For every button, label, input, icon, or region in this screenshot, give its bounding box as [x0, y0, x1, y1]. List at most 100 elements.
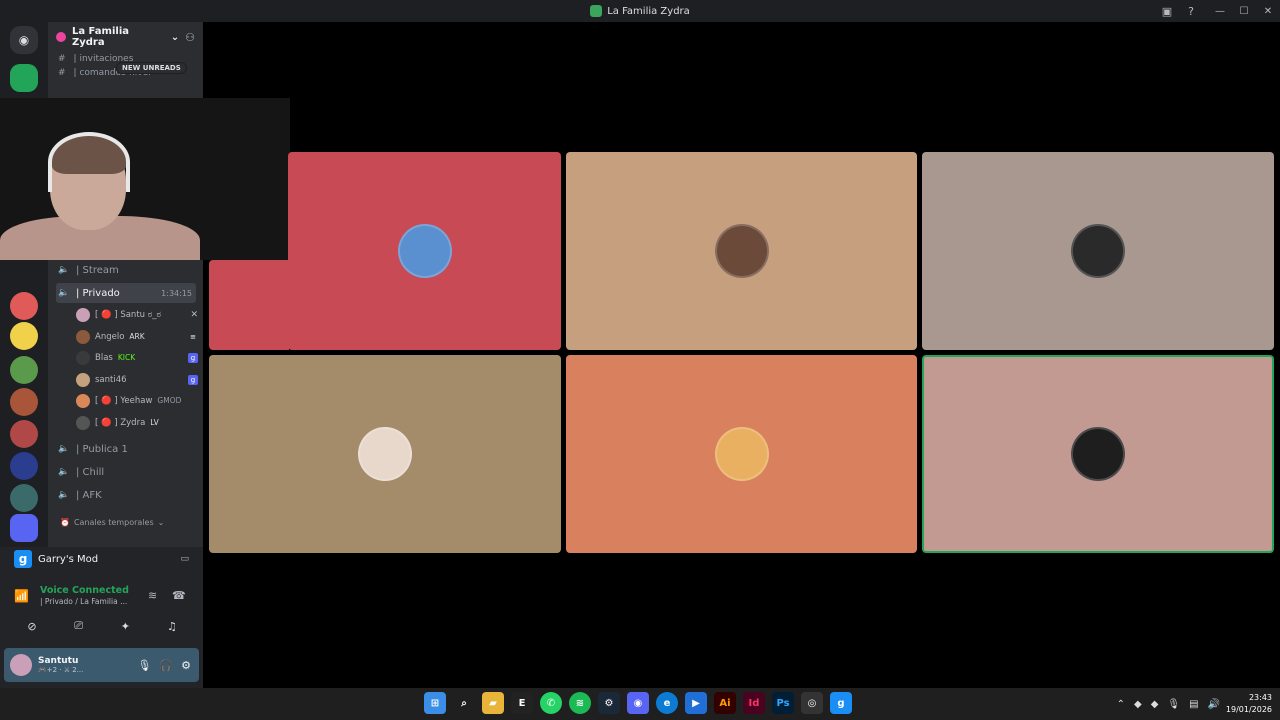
voice-user[interactable]: [ 🔴 ] Santu ಠ_ಠ ✕: [76, 305, 198, 324]
participant-avatar: [714, 224, 769, 278]
screen-share-icon[interactable]: ▭: [180, 554, 189, 564]
voice-channel-label: | AFK: [76, 489, 102, 501]
participant-tile[interactable]: [566, 355, 917, 553]
server-badge-icon: [56, 32, 66, 42]
server-icon[interactable]: [10, 452, 38, 480]
search-icon[interactable]: ⌕: [453, 692, 475, 714]
invite-people-icon[interactable]: ⚇: [185, 31, 195, 44]
camera-off-icon[interactable]: ⊘: [12, 616, 52, 636]
tray-app-icon[interactable]: ◆: [1134, 699, 1142, 710]
avatar: [76, 415, 90, 430]
photoshop-icon[interactable]: Ps: [772, 692, 794, 714]
participant-tile[interactable]: [566, 152, 917, 350]
maximize-button[interactable]: ☐: [1232, 0, 1256, 22]
screen-share-icon[interactable]: ⎚: [59, 616, 99, 636]
participant-tile[interactable]: [209, 355, 561, 553]
category-header[interactable]: ⏰ Canales temporales ⌄: [60, 518, 164, 527]
participant-avatar: [714, 427, 769, 481]
server-icon[interactable]: [10, 388, 38, 416]
file-explorer-icon[interactable]: ▰: [482, 692, 504, 714]
participant-avatar: [1071, 224, 1125, 278]
participant-tile[interactable]: [288, 152, 561, 350]
edge-icon[interactable]: e: [656, 692, 678, 714]
server-name: La Familia Zydra: [71, 26, 129, 48]
voice-channel-afk[interactable]: 🔈 | AFK: [56, 485, 196, 505]
volume-icon[interactable]: 🔊: [1208, 699, 1220, 710]
discord-icon[interactable]: ◉: [627, 692, 649, 714]
voice-channel-label: | Chill: [76, 466, 105, 478]
steam-icon[interactable]: ⚙: [598, 692, 620, 714]
voice-user[interactable]: [ 🔴 ] Yeehaw GMOD: [76, 391, 198, 410]
soundboard-icon[interactable]: ♫: [152, 616, 192, 636]
gmod-icon: g: [188, 374, 198, 385]
wifi-icon[interactable]: ▤: [1189, 699, 1198, 710]
participant-tile[interactable]: [922, 355, 1274, 553]
user-tag: LV: [150, 418, 159, 427]
avatar[interactable]: [10, 654, 32, 676]
channel-timer: 1:34:15: [161, 288, 192, 298]
signal-icon[interactable]: 📶: [14, 589, 29, 603]
voice-user[interactable]: santi46 g: [76, 370, 198, 389]
clock[interactable]: 23:43 19/01/2026: [1226, 692, 1272, 716]
voice-status: 📶 Voice Connected | Privado / La Familia…: [14, 585, 194, 606]
voice-controls: ⊘ ⎚ ✦ ♫: [12, 616, 192, 636]
window-title-text: La Familia Zydra: [607, 5, 690, 17]
noise-suppression-icon[interactable]: ≋: [148, 589, 157, 602]
voice-user[interactable]: Blas KICK g: [76, 348, 198, 367]
discord-home-icon[interactable]: ◉: [10, 26, 38, 54]
voice-user-name: [ 🔴 ] Yeehaw: [95, 395, 153, 406]
speaker-icon: 🔈: [58, 444, 70, 454]
app-icon[interactable]: ▶: [685, 692, 707, 714]
activity-bar[interactable]: g Garry's Mod ▭: [0, 547, 203, 571]
tray-app-icon[interactable]: ◆: [1151, 699, 1159, 710]
voice-channel-label: | Stream: [76, 264, 119, 276]
help-icon[interactable]: ?: [1188, 5, 1194, 18]
voice-channel-label: | Privado: [76, 287, 120, 299]
whatsapp-icon[interactable]: ✆: [540, 692, 562, 714]
windows-start-icon[interactable]: ⊞: [424, 692, 446, 714]
server-icon[interactable]: [10, 420, 38, 448]
gear-icon[interactable]: ⚙: [181, 659, 191, 672]
avatar: [76, 350, 90, 365]
epic-games-icon[interactable]: E: [511, 692, 533, 714]
disconnect-icon[interactable]: ☎: [172, 589, 186, 602]
obs-icon[interactable]: ◎: [801, 692, 823, 714]
server-folder-icon[interactable]: [10, 514, 38, 542]
voice-user[interactable]: [ 🔴 ] Zydra LV: [76, 413, 198, 432]
server-header[interactable]: La Familia Zydra ⌄ ⚇: [48, 22, 203, 52]
participant-tile[interactable]: [922, 152, 1274, 350]
voice-user[interactable]: Angelo ARK ≡: [76, 327, 198, 346]
new-unreads-pill[interactable]: NEW UNREADS: [116, 62, 187, 74]
minimize-button[interactable]: —: [1208, 0, 1232, 22]
voice-channel-chill[interactable]: 🔈 | Chill: [56, 462, 196, 482]
microphone-icon[interactable]: 🎙: [1167, 699, 1180, 710]
taskbar: ⊞ ⌕ ▰ E ✆ ≋ ⚙ ◉ e ▶ Ai Id Ps ◎ g ⌃ ◆ ◆ 🎙…: [0, 688, 1280, 720]
headphones-icon[interactable]: 🎧: [159, 659, 173, 672]
hash-icon: #: [58, 68, 66, 78]
server-icon[interactable]: [10, 356, 38, 384]
gmod-icon[interactable]: g: [830, 692, 852, 714]
avatar: [76, 329, 90, 344]
close-button[interactable]: ✕: [1256, 0, 1280, 22]
chevron-up-icon[interactable]: ⌃: [1117, 699, 1125, 710]
user-panel: g Garry's Mod ▭ 📶 Voice Connected | Priv…: [0, 547, 203, 688]
voice-channel-privado[interactable]: 🔈 | Privado 1:34:15: [56, 283, 196, 303]
headset-icon: [48, 132, 130, 192]
speaker-icon: 🔈: [58, 490, 70, 500]
server-icon-green[interactable]: [10, 64, 38, 92]
sword-icon: ✕: [190, 309, 198, 320]
voice-location[interactable]: | Privado / La Familia ...: [14, 597, 194, 606]
clock-date: 19/01/2026: [1225, 705, 1272, 714]
voice-channel-publica[interactable]: 🔈 | Publica 1: [56, 439, 196, 459]
inbox-icon[interactable]: ▣: [1162, 5, 1172, 18]
voice-channel-stream[interactable]: 🔈 | Stream: [56, 260, 196, 280]
server-icon[interactable]: [10, 322, 38, 350]
illustrator-icon[interactable]: Ai: [714, 692, 736, 714]
microphone-icon[interactable]: 🎙: [137, 659, 151, 672]
server-icon[interactable]: [10, 484, 38, 512]
indesign-icon[interactable]: Id: [743, 692, 765, 714]
activities-icon[interactable]: ✦: [105, 616, 145, 636]
avatar: [76, 372, 90, 387]
spotify-icon[interactable]: ≋: [569, 692, 591, 714]
server-icon[interactable]: [10, 292, 38, 320]
